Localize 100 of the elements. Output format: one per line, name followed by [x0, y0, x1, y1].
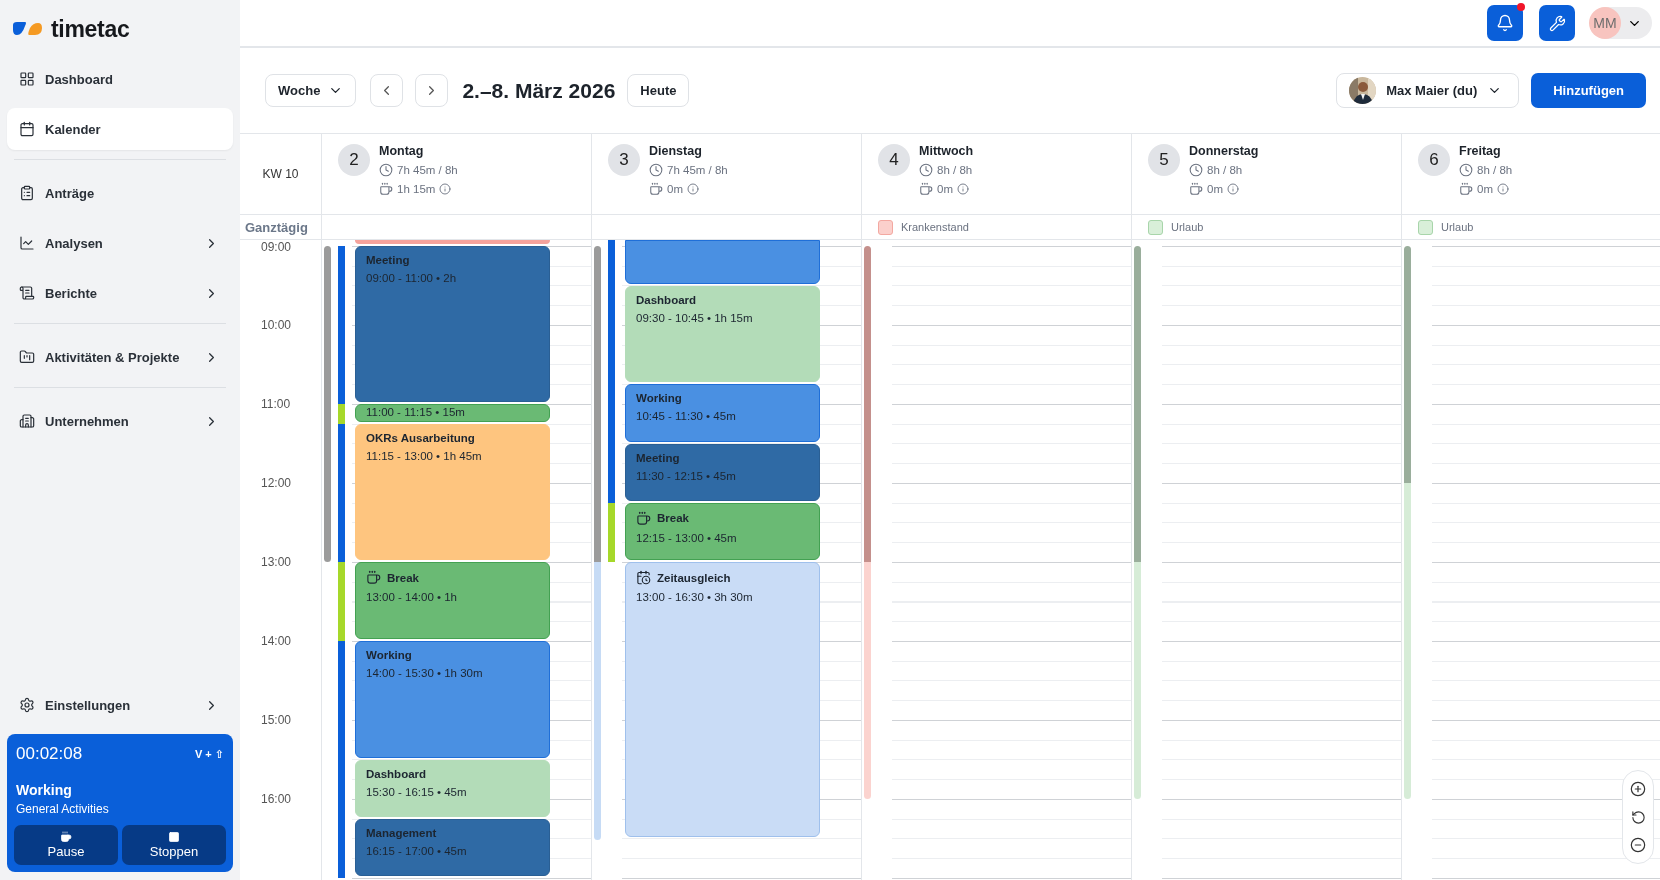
break-time: 1h 15m: [397, 183, 436, 195]
cup-icon: [60, 831, 72, 843]
cup-icon: [379, 182, 393, 196]
today-button[interactable]: Heute: [627, 74, 690, 107]
break-time: 0m: [667, 183, 683, 195]
sidebar-item[interactable]: Berichte: [7, 272, 233, 314]
wrench-icon: [1548, 14, 1566, 32]
info-icon[interactable]: [957, 183, 969, 195]
info-icon[interactable]: [1497, 183, 1509, 195]
hour-label: 09:00: [261, 240, 292, 254]
info-icon[interactable]: [1227, 183, 1239, 195]
previous-button[interactable]: [370, 74, 404, 107]
event-time: 10:45 - 11:30 • 45m: [636, 410, 737, 423]
next-button[interactable]: [415, 74, 449, 107]
event-title: OKRs Ausarbeitung: [366, 431, 475, 444]
hour-label: 12:00: [261, 476, 292, 490]
hour-label: 11:00: [261, 397, 291, 411]
tools-button[interactable]: [1539, 5, 1575, 41]
date-range-title: 2.–8. März 2026: [462, 78, 616, 103]
event-title: Break: [387, 571, 419, 584]
folder-icon: [19, 349, 35, 365]
sidebar-item[interactable]: Einstellungen: [7, 684, 233, 726]
calendar-icon: [19, 121, 35, 137]
info-icon[interactable]: [687, 183, 699, 195]
event-title: Working: [366, 649, 412, 661]
hour-label: 14:00: [261, 634, 292, 648]
day-number: 3: [608, 144, 640, 176]
stop-button[interactable]: Stoppen: [122, 825, 226, 865]
event-time: 13:00 - 14:00 • 1h: [366, 591, 458, 603]
sidebar-item[interactable]: Analysen: [7, 222, 233, 264]
notifications-button[interactable]: [1487, 5, 1523, 41]
clock-icon: [379, 163, 393, 177]
day-name: Dienstag: [649, 144, 703, 158]
building-icon: [19, 413, 35, 429]
pause-button[interactable]: Pause: [14, 825, 118, 865]
user-select[interactable]: Max Maier (du): [1336, 73, 1520, 108]
calendar-event[interactable]: Dashboard 15:30 - 16:15 • 45m: [355, 759, 550, 817]
settings-icon: [19, 697, 35, 713]
grid-icon: [19, 71, 35, 87]
keyboard-shortcut: V + ⇧: [194, 747, 224, 761]
sidebar-item[interactable]: Anträge: [7, 172, 233, 214]
event-time: 09:00 - 11:00 • 2h: [366, 272, 458, 284]
sidebar-item-label: Analysen: [45, 235, 104, 251]
cup-icon: [636, 510, 651, 526]
sidebar-item-label: Berichte: [45, 285, 99, 301]
event-title: Management: [366, 826, 437, 839]
sidebar-item[interactable]: Aktivitäten & Projekte: [7, 336, 233, 378]
day-name: Donnerstag: [1189, 144, 1259, 158]
event-time: 12:15 - 13:00 • 45m: [636, 531, 738, 544]
break-time: 0m: [1477, 183, 1493, 195]
calendar-event[interactable]: Working 10:45 - 11:30 • 45m: [625, 384, 820, 442]
calendar-event[interactable]: OKRs Ausarbeitung 11:15 - 13:00 • 1h 45m: [355, 423, 550, 560]
event-title: Break: [657, 512, 689, 525]
calendar-event[interactable]: Working 14:00 - 15:30 • 1h 30m: [355, 641, 550, 758]
calendar-event[interactable]: Dashboard 09:30 - 10:45 • 1h 15m: [625, 285, 820, 383]
bell-icon: [1496, 14, 1514, 32]
day-number: 2: [338, 144, 370, 176]
cup-icon: [1459, 182, 1473, 196]
view-dropdown[interactable]: Woche: [265, 74, 357, 107]
timer-activity: Working: [15, 782, 73, 798]
clock-icon: [1459, 163, 1473, 177]
sidebar-item[interactable]: Kalender: [7, 108, 233, 150]
event-time: 15:30 - 16:15 • 45m: [366, 785, 468, 798]
calendar-event[interactable]: Break 13:00 - 14:00 • 1h: [355, 562, 550, 639]
event-time: 13:00 - 16:30 • 3h 30m: [636, 591, 754, 603]
info-icon[interactable]: [439, 183, 452, 195]
all-day-entry[interactable]: Krankenstand: [901, 221, 969, 233]
event-title: Working: [636, 392, 682, 405]
sidebar-item[interactable]: Unternehmen: [7, 400, 233, 442]
calendar-event[interactable]: 11:00 - 11:15 • 15m: [355, 404, 550, 422]
worked-hours: 8h / 8h: [1207, 164, 1243, 176]
cup-icon: [366, 570, 381, 585]
worked-hours: 7h 45m / 8h: [397, 164, 458, 176]
sidebar-item-label: Anträge: [45, 185, 96, 201]
sidebar-item-label: Kalender: [45, 121, 102, 137]
sidebar-item-label: Unternehmen: [45, 413, 130, 429]
sidebar-item[interactable]: Dashboard: [7, 58, 233, 100]
event-title: Meeting: [366, 254, 410, 266]
event-title: Meeting: [636, 451, 680, 464]
day-number: 4: [878, 144, 910, 176]
clipboard-icon: [19, 185, 35, 201]
account-menu[interactable]: MM: [1591, 7, 1652, 39]
square-icon: [168, 831, 180, 843]
all-day-entry[interactable]: Urlaub: [1441, 221, 1474, 233]
hour-label: 16:00: [261, 792, 292, 806]
hour-label: 15:00: [261, 713, 292, 727]
plus-icon: [1630, 781, 1646, 797]
worked-hours: 8h / 8h: [937, 164, 973, 176]
minus-icon: [1630, 837, 1646, 853]
timer-elapsed: 00:02:08: [16, 744, 83, 764]
line-chart-icon: [19, 235, 35, 251]
break-time: 0m: [1207, 183, 1223, 195]
calendar-event[interactable]: [625, 240, 820, 284]
calendar-event[interactable]: Zeitausgleich 13:00 - 16:30 • 3h 30m: [625, 562, 820, 837]
add-button[interactable]: Hinzufügen: [1531, 73, 1646, 108]
event-time: 16:15 - 17:00 • 45m: [366, 844, 468, 857]
cup-icon: [919, 182, 933, 196]
calendar-event[interactable]: Break 12:15 - 13:00 • 45m: [625, 502, 820, 560]
all-day-entry[interactable]: Urlaub: [1171, 221, 1204, 233]
event-title: Zeitausgleich: [657, 571, 731, 584]
